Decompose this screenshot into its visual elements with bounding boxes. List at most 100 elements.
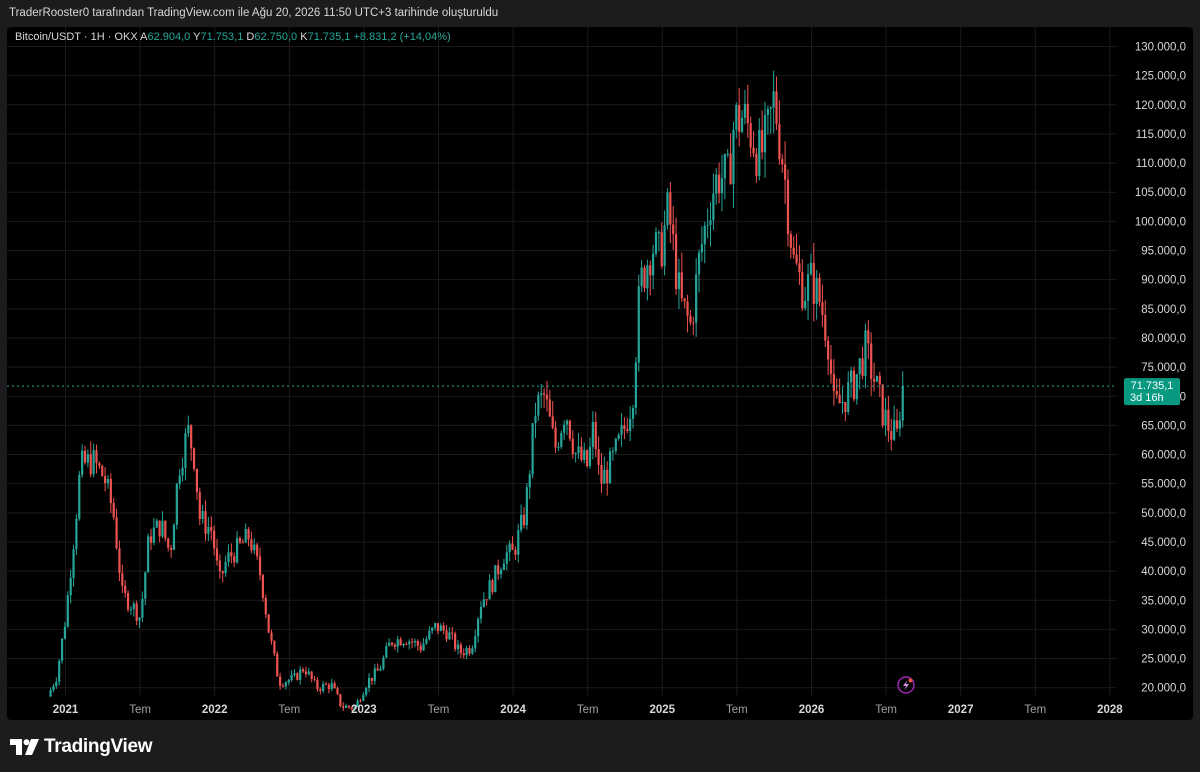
candle-body — [752, 147, 755, 154]
candle-body — [78, 474, 81, 519]
candle-body — [548, 399, 551, 417]
candle-body — [534, 415, 537, 424]
candle-body — [267, 614, 270, 633]
candle-body — [669, 192, 672, 225]
candle-body — [52, 686, 55, 691]
candle-body — [112, 503, 115, 518]
candle-body — [657, 232, 660, 234]
candle-body — [83, 450, 87, 463]
candle-body — [396, 639, 399, 647]
candle-body — [746, 103, 749, 124]
candle-body — [476, 618, 480, 637]
candle-body — [554, 427, 557, 448]
candle-body — [330, 683, 333, 690]
candle-body — [692, 322, 695, 324]
symbol-legend: Bitcoin/USDT · 1H · OKX A62.904,0 Y71.75… — [15, 31, 451, 43]
tradingview-logo[interactable]: TradingView — [10, 736, 153, 758]
candle-body — [221, 571, 224, 574]
candle-body — [565, 420, 569, 425]
low-value: 62.750,0 — [254, 31, 298, 43]
candle-body — [766, 109, 769, 116]
candle-body — [158, 520, 161, 537]
candle-body — [674, 234, 678, 290]
candle-body — [778, 123, 781, 160]
candle-body — [155, 520, 158, 528]
price-tick-label: 75.000,0 — [1141, 362, 1186, 374]
candle-body — [689, 315, 692, 323]
candle-body — [649, 265, 652, 276]
candle-body — [784, 164, 787, 180]
candle-body — [436, 623, 440, 632]
candle-body — [881, 384, 884, 426]
candle-body — [895, 420, 899, 429]
candle-body — [218, 560, 221, 572]
candle-body — [428, 630, 431, 640]
candle-body — [413, 641, 417, 643]
candle-body — [408, 641, 411, 645]
candle-body — [623, 425, 626, 430]
candle-body — [815, 277, 818, 304]
time-tick-label: 2021 — [53, 704, 79, 716]
candle-body — [809, 262, 813, 275]
candle-body — [419, 645, 422, 651]
candle-body — [66, 595, 69, 627]
candle-body — [485, 599, 488, 601]
flash-icon[interactable] — [897, 676, 915, 694]
symbol-name[interactable]: Bitcoin/USDT · 1H · OKX — [15, 31, 138, 43]
candle-body — [514, 549, 517, 555]
candle-body — [448, 632, 451, 640]
candles — [49, 70, 904, 712]
candle-body — [86, 454, 89, 463]
candle-body — [313, 678, 316, 680]
candle-body — [270, 632, 273, 641]
grid-lines — [7, 27, 1117, 697]
attribution-bar: TraderRooster0 tarafından TradingView.co… — [0, 0, 1200, 27]
candle-body — [884, 409, 887, 426]
price-tick-label: 125.000,0 — [1135, 71, 1186, 83]
candle-body — [491, 580, 494, 593]
time-tick-label: 2026 — [799, 704, 825, 716]
chart-panel[interactable]: 20.000,0 25.000,0 30.000,0 35.000,0 40.000,0… — [7, 27, 1193, 720]
candle-body — [115, 517, 118, 549]
candle-body — [129, 609, 133, 611]
candle-body — [525, 487, 528, 526]
candle-body — [508, 543, 511, 553]
candle-body — [795, 254, 798, 264]
price-tick-label: 120.000,0 — [1135, 100, 1186, 112]
price-tick-label: 60.000,0 — [1141, 450, 1186, 462]
candle-body — [138, 617, 141, 621]
candle-body — [339, 694, 342, 707]
candle-body — [720, 178, 724, 194]
price-tick-label: 80.000,0 — [1141, 333, 1186, 345]
candle-body — [175, 483, 178, 525]
candle-body — [322, 683, 325, 691]
candle-body — [743, 103, 747, 118]
candle-body — [422, 643, 425, 651]
candle-body — [431, 627, 434, 631]
candle-body — [152, 527, 155, 543]
candle-body — [256, 544, 259, 557]
candle-body — [806, 274, 810, 301]
candle-body — [540, 393, 543, 395]
price-tick-label: 40.000,0 — [1141, 566, 1186, 578]
candle-body — [729, 153, 732, 185]
candle-body — [75, 518, 78, 550]
candle-body — [706, 224, 709, 226]
candle-body — [666, 192, 669, 226]
candle-body — [761, 130, 764, 153]
candle-body — [405, 643, 408, 645]
candle-body — [858, 358, 861, 375]
candle-body — [878, 376, 881, 385]
candle-body — [872, 378, 876, 382]
candle-body — [144, 572, 147, 599]
price-tick-label: 20.000,0 — [1141, 683, 1186, 695]
price-tick-label: 95.000,0 — [1141, 246, 1186, 258]
candle-body — [700, 244, 703, 253]
price-tick-label: 105.000,0 — [1135, 187, 1186, 199]
candle-body — [244, 529, 247, 543]
candle-body — [207, 526, 210, 534]
candlestick-chart[interactable]: 20.000,0 25.000,0 30.000,0 35.000,0 40.000,0… — [7, 27, 1193, 720]
candle-body — [362, 694, 365, 701]
tradingview-logo-icon — [10, 739, 39, 755]
price-badge[interactable]: 71.735,1 3d 16h — [1124, 378, 1180, 406]
